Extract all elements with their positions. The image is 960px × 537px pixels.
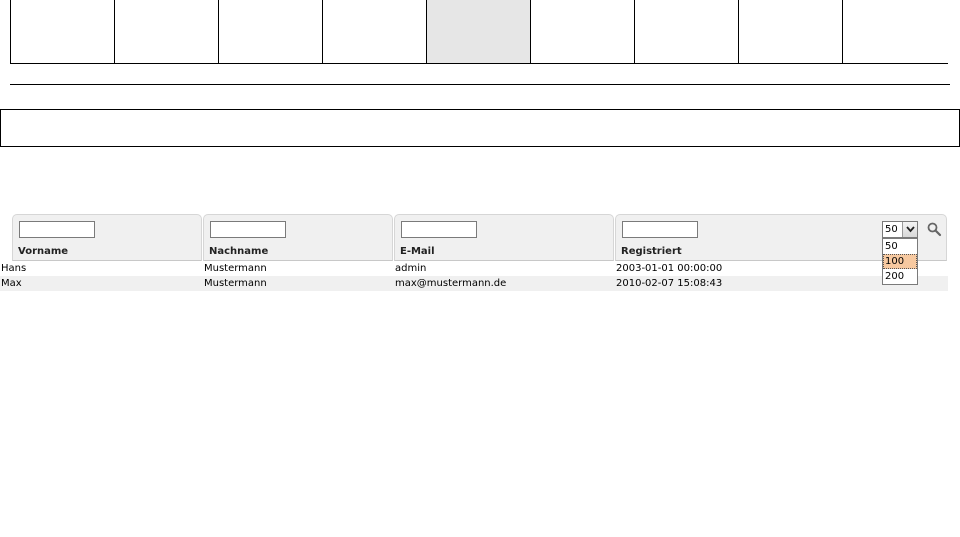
filter-input-email[interactable] bbox=[401, 221, 477, 238]
chevron-down-icon[interactable] bbox=[902, 222, 917, 237]
menu-item-2[interactable] bbox=[115, 0, 219, 63]
user-grid: Vorname Nachname E-Mail Registriert 50 5… bbox=[0, 214, 948, 291]
menu-item-1[interactable] bbox=[11, 0, 115, 63]
cell-nachname: Mustermann bbox=[204, 263, 267, 274]
column-header-nachname: Nachname bbox=[203, 214, 393, 261]
filter-input-nachname[interactable] bbox=[210, 221, 286, 238]
grid-header: Vorname Nachname E-Mail Registriert 50 5… bbox=[12, 214, 948, 285]
column-header-email: E-Mail bbox=[394, 214, 614, 261]
cell-vorname: Hans bbox=[1, 263, 27, 274]
column-label[interactable]: Registriert bbox=[621, 246, 682, 257]
page-size-dropdown: 50 100 200 bbox=[882, 238, 918, 285]
menu-item-6[interactable] bbox=[531, 0, 635, 63]
page-size-select[interactable]: 50 bbox=[882, 221, 918, 238]
menu-item-8[interactable] bbox=[739, 0, 843, 63]
filter-input-vorname[interactable] bbox=[19, 221, 95, 238]
menu-item-7[interactable] bbox=[635, 0, 739, 63]
cell-vorname: Max bbox=[1, 278, 22, 289]
table-row[interactable]: Max Mustermann max@mustermann.de 2010-02… bbox=[0, 276, 948, 291]
divider bbox=[10, 84, 950, 85]
column-header-vorname: Vorname bbox=[12, 214, 202, 261]
page-size-option-50[interactable]: 50 bbox=[883, 239, 917, 254]
page-size-option-200[interactable]: 200 bbox=[883, 269, 917, 284]
page-size-option-100[interactable]: 100 bbox=[883, 254, 917, 269]
column-header-registriert: Registriert 50 50 100 200 bbox=[615, 214, 947, 285]
grid-body: Hans Mustermann admin 2003-01-01 00:00:0… bbox=[0, 261, 948, 291]
cell-email: admin bbox=[395, 263, 427, 274]
page-size-value: 50 bbox=[885, 224, 898, 235]
column-label[interactable]: Vorname bbox=[18, 246, 68, 257]
column-label[interactable]: E-Mail bbox=[400, 246, 435, 257]
table-row[interactable]: Hans Mustermann admin 2003-01-01 00:00:0… bbox=[0, 261, 948, 276]
info-bar bbox=[0, 109, 960, 147]
menu-item-5-active[interactable] bbox=[427, 0, 531, 63]
column-label[interactable]: Nachname bbox=[209, 246, 268, 257]
cell-nachname: Mustermann bbox=[204, 278, 267, 289]
top-menu bbox=[10, 0, 949, 64]
search-icon[interactable] bbox=[926, 221, 942, 237]
menu-item-3[interactable] bbox=[219, 0, 323, 63]
filter-input-registriert[interactable] bbox=[622, 221, 698, 238]
menu-item-9[interactable] bbox=[843, 0, 949, 63]
menu-item-4[interactable] bbox=[323, 0, 427, 63]
cell-email: max@mustermann.de bbox=[395, 278, 507, 289]
